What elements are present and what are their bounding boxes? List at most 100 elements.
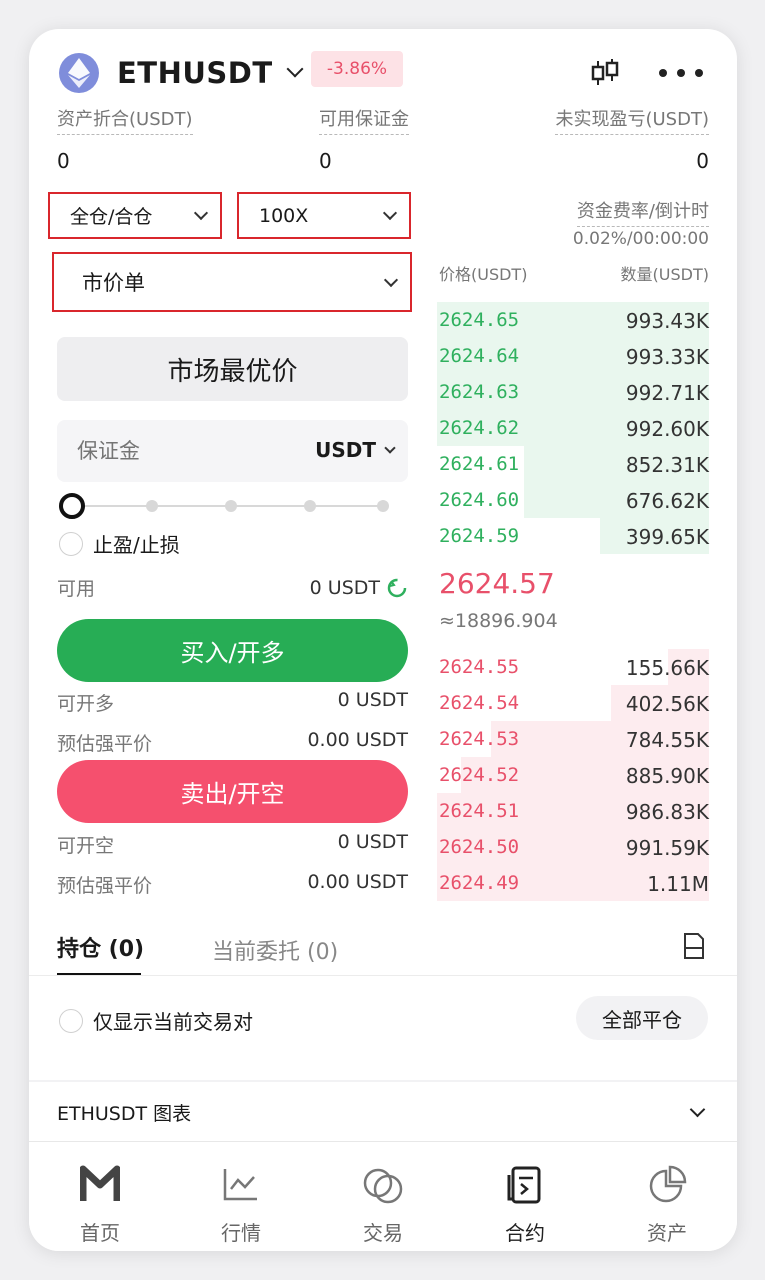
can-long-label: 可开多 xyxy=(57,693,115,715)
sell-short-button[interactable]: 卖出/开空 xyxy=(57,760,408,823)
funding-rate-value: 0.02%/00:00:00 xyxy=(572,229,709,249)
ask-price: 2624.50 xyxy=(439,836,520,858)
unrealized-pnl-label[interactable]: 未实现盈亏(USDT) xyxy=(555,105,709,135)
orderbook-bid-row[interactable]: 2624.64 993.33K xyxy=(437,338,709,374)
change-badge: -3.86% xyxy=(311,51,403,87)
slider-handle[interactable] xyxy=(59,493,85,519)
bid-price: 2624.61 xyxy=(439,453,520,475)
trade-circles-icon[interactable] xyxy=(333,1165,433,1205)
available-margin-label[interactable]: 可用保证金 xyxy=(319,105,409,135)
tab-positions[interactable]: 持仓 (0) xyxy=(57,931,144,976)
can-short-value: 0 USDT xyxy=(337,831,408,853)
available-row: 可用 0 USDT xyxy=(57,574,408,601)
leverage-value: 100X xyxy=(259,204,309,227)
margin-input-box[interactable]: USDT xyxy=(57,420,408,482)
qty-column-header: 数量(USDT) xyxy=(620,265,709,284)
futures-contract-icon[interactable] xyxy=(475,1165,575,1205)
orderbook-ask-row[interactable]: 2624.52 885.90K xyxy=(437,757,709,793)
sell-short-label: 卖出/开空 xyxy=(180,780,285,808)
bid-price: 2624.64 xyxy=(439,345,520,367)
amount-slider[interactable] xyxy=(59,491,389,521)
checkbox-circle-icon xyxy=(59,531,83,556)
available-value: 0 USDT xyxy=(309,576,380,599)
orderbook-ask-row[interactable]: 2624.49 1.11M xyxy=(437,865,709,901)
orderbook-ask-row[interactable]: 2624.50 991.59K xyxy=(437,829,709,865)
margin-mode-value: 全仓/合仓 xyxy=(70,206,153,228)
orderbook-bid-row[interactable]: 2624.61 852.31K xyxy=(437,446,709,482)
orderbook-bid-row[interactable]: 2624.63 992.71K xyxy=(437,374,709,410)
liq-price-row-short: 预估强平价 0.00 USDT xyxy=(57,871,408,898)
available-margin-value: 0 xyxy=(319,149,332,173)
margin-unit-select[interactable]: USDT xyxy=(315,438,396,462)
ask-qty: 991.59K xyxy=(625,836,709,860)
symbol-name: ETHUSDT xyxy=(117,56,273,90)
orderbook-bid-row[interactable]: 2624.65 993.43K xyxy=(437,302,709,338)
orderbook-ask-row[interactable]: 2624.54 402.56K xyxy=(437,685,709,721)
ask-price: 2624.49 xyxy=(439,872,520,894)
slider-tick xyxy=(225,500,237,512)
market-best-price-display: 市场最优价 xyxy=(57,337,408,401)
nav-market[interactable]: 行情 xyxy=(191,1217,291,1246)
bid-qty: 852.31K xyxy=(625,453,709,477)
funding-rate-label[interactable]: 资金费率/倒计时 xyxy=(576,197,709,227)
bid-qty: 676.62K xyxy=(625,489,709,513)
chart-section-label: ETHUSDT 图表 xyxy=(57,1102,192,1125)
tpsl-checkbox[interactable]: 止盈/止损 xyxy=(59,529,180,558)
ask-qty: 1.11M xyxy=(647,872,709,896)
assets-pie-icon[interactable] xyxy=(617,1165,717,1205)
close-all-button[interactable]: 全部平仓 xyxy=(576,996,708,1040)
ask-price: 2624.52 xyxy=(439,764,520,786)
slider-tick xyxy=(304,500,316,512)
nav-home[interactable]: 首页 xyxy=(50,1217,150,1246)
bid-price: 2624.59 xyxy=(439,525,520,547)
orderbook-ask-row[interactable]: 2624.51 986.83K xyxy=(437,793,709,829)
chart-section-toggle[interactable]: ETHUSDT 图表 xyxy=(57,1097,709,1127)
order-history-icon[interactable] xyxy=(681,931,707,961)
tab-open-orders[interactable]: 当前委托 (0) xyxy=(212,934,338,966)
transfer-icon[interactable] xyxy=(386,577,408,599)
current-pair-filter[interactable]: 仅显示当前交易对 xyxy=(59,1006,253,1035)
bid-qty: 399.65K xyxy=(625,525,709,549)
slider-tick xyxy=(377,500,389,512)
nav-assets[interactable]: 资产 xyxy=(617,1217,717,1246)
market-best-price-label: 市场最优价 xyxy=(167,356,298,387)
chevron-down-icon xyxy=(382,205,398,221)
bid-price: 2624.63 xyxy=(439,381,520,403)
leverage-select[interactable]: 100X xyxy=(237,192,411,239)
nav-trade[interactable]: 交易 xyxy=(333,1217,433,1246)
order-type-select[interactable]: 市价单 xyxy=(52,252,412,312)
orderbook-ask-row[interactable]: 2624.53 784.55K xyxy=(437,721,709,757)
bid-price: 2624.60 xyxy=(439,489,520,511)
bid-qty: 993.33K xyxy=(625,345,709,369)
bid-qty: 992.60K xyxy=(625,417,709,441)
margin-mode-select[interactable]: 全仓/合仓 xyxy=(48,192,222,239)
margin-input[interactable] xyxy=(77,432,277,470)
orderbook-bid-row[interactable]: 2624.62 992.60K xyxy=(437,410,709,446)
chevron-down-icon xyxy=(384,441,396,454)
liq-price-row-long: 预估强平价 0.00 USDT xyxy=(57,729,408,756)
orderbook-bid-row[interactable]: 2624.59 399.65K xyxy=(437,518,709,554)
last-price[interactable]: 2624.57 xyxy=(439,567,555,600)
tpsl-label: 止盈/止损 xyxy=(93,533,180,557)
home-icon[interactable] xyxy=(50,1165,150,1205)
equity-value: 0 xyxy=(57,149,70,173)
orderbook-ask-row[interactable]: 2624.55 155.66K xyxy=(437,649,709,685)
checkbox-circle-icon xyxy=(59,1008,83,1033)
margin-unit-value: USDT xyxy=(315,438,376,462)
market-chart-icon[interactable] xyxy=(191,1165,291,1205)
close-all-label: 全部平仓 xyxy=(602,1007,682,1032)
equity-label[interactable]: 资产折合(USDT) xyxy=(57,105,193,135)
more-icon[interactable] xyxy=(659,53,703,93)
buy-long-button[interactable]: 买入/开多 xyxy=(57,619,408,682)
nav-futures[interactable]: 合约 xyxy=(475,1217,575,1246)
candlestick-chart-icon[interactable] xyxy=(585,53,625,93)
ask-qty: 885.90K xyxy=(625,764,709,788)
ask-price: 2624.53 xyxy=(439,728,520,750)
bid-price: 2624.65 xyxy=(439,309,520,331)
orderbook-bid-row[interactable]: 2624.60 676.62K xyxy=(437,482,709,518)
chevron-down-icon xyxy=(383,272,399,287)
available-label: 可用 xyxy=(57,578,96,600)
liq-price-label: 预估强平价 xyxy=(57,875,153,897)
symbol-selector[interactable]: ETHUSDT xyxy=(117,53,304,93)
can-short-label: 可开空 xyxy=(57,835,115,857)
